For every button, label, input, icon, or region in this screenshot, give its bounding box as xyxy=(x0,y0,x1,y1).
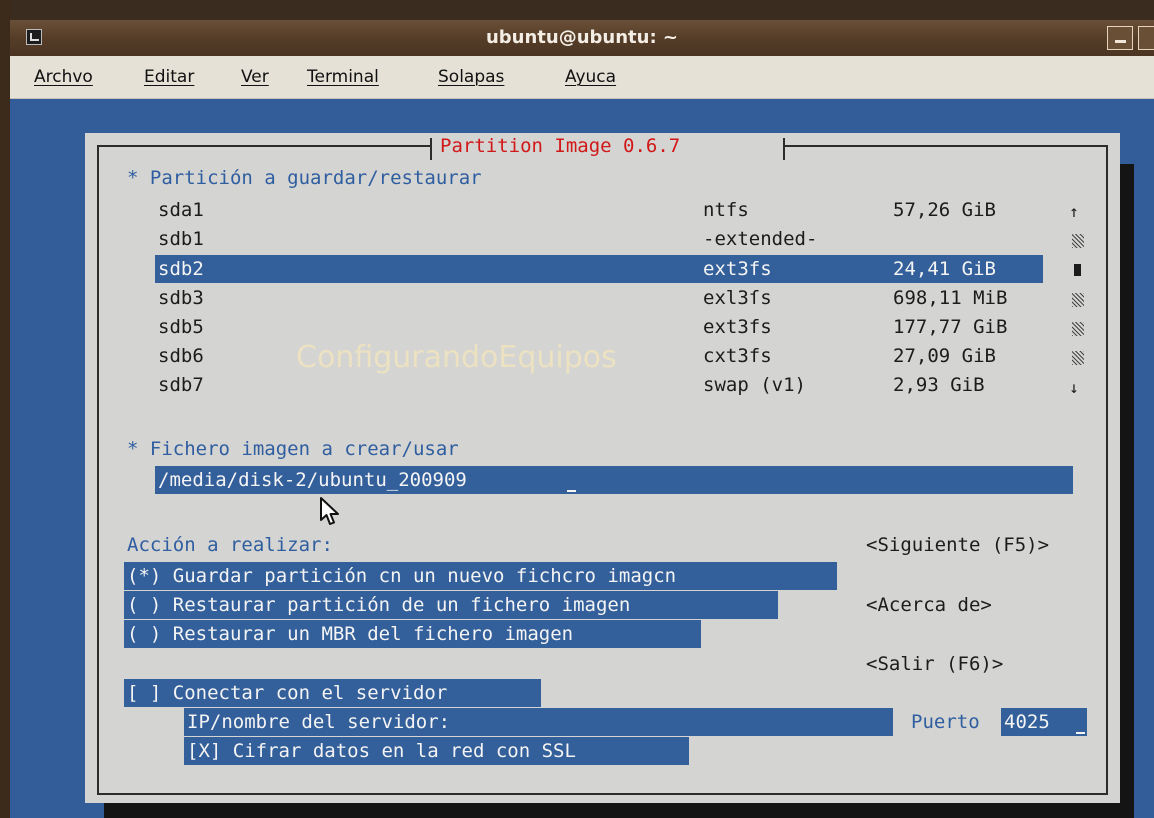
server-label: IP/nombre del servidor: xyxy=(187,711,451,733)
window-titlebar[interactable]: ubuntu@ubuntu: ~ xyxy=(10,20,1154,57)
scroll-down-icon[interactable]: ↓ xyxy=(1069,376,1079,400)
action-save[interactable]: (*) Guardar partición cn un nuevo fichcr… xyxy=(127,564,676,588)
partition-size: 2,93 GiB xyxy=(893,374,985,396)
scrollbar-thumb[interactable] xyxy=(1074,264,1081,276)
text-cursor xyxy=(567,490,576,492)
watermark: ConfigurandoEquipos xyxy=(296,340,617,375)
scrollbar-track[interactable] xyxy=(1072,351,1084,365)
partition-name[interactable]: sda1 xyxy=(158,198,204,222)
screen: ubuntu@ubuntu: ~ Archvo Editar Ver Termi… xyxy=(0,0,1154,818)
action-heading: Acción a realizar: xyxy=(127,534,333,556)
menu-bar: Archvo Editar Ver Terminal Solapas Ayuca xyxy=(10,56,1154,99)
partition-heading: * Partición a guardar/restaurar xyxy=(127,167,482,189)
action-restore-mbr[interactable]: ( ) Restaurar un MBR del fichero imagen xyxy=(127,622,573,646)
ssl-checkbox[interactable]: [X] Cifrar datos en la red con SSL xyxy=(187,739,576,763)
partition-name[interactable]: sdb7 xyxy=(158,373,204,397)
menu-ver[interactable]: Ver xyxy=(241,67,269,87)
partition-fs: ext3fs xyxy=(703,258,772,280)
partition-name[interactable]: sdb2 xyxy=(158,257,204,281)
partition-size: 57,26 GiB xyxy=(893,199,996,221)
partition-size: 24,41 GiB xyxy=(893,258,996,280)
menu-editar[interactable]: Editar xyxy=(144,67,194,87)
mouse-pointer-icon xyxy=(320,497,339,525)
scrollbar-track[interactable] xyxy=(1072,293,1084,307)
menu-terminal[interactable]: Terminal xyxy=(307,67,379,87)
scrollbar-track[interactable] xyxy=(1072,322,1084,336)
scrollbar-track[interactable] xyxy=(1072,234,1084,248)
partition-fs: ext3fs xyxy=(703,316,772,338)
action-restore[interactable]: ( ) Restaurar partición de un fichero im… xyxy=(127,593,630,617)
partition-name[interactable]: sdb5 xyxy=(158,315,204,339)
minimize-button[interactable] xyxy=(1107,26,1133,50)
connect-server-checkbox[interactable]: [ ] Conectar con el servidor xyxy=(127,681,447,705)
partition-fs: -extended- xyxy=(703,228,818,250)
partition-size: 698,11 MiB xyxy=(893,287,1008,309)
menu-ayuda[interactable]: Ayuca xyxy=(565,67,616,87)
partition-size: 27,09 GiB xyxy=(893,345,996,367)
text-cursor xyxy=(1076,732,1085,734)
desktop-edge xyxy=(0,0,10,818)
title-right-tick xyxy=(783,138,785,160)
window-title: ubuntu@ubuntu: ~ xyxy=(485,27,679,48)
partition-fs: ntfs xyxy=(703,199,749,221)
minimize-icon xyxy=(1115,40,1126,43)
partition-name[interactable]: sdb6 xyxy=(158,344,204,368)
port-value[interactable]: 4025 xyxy=(1004,710,1050,734)
maximize-button[interactable] xyxy=(1138,26,1154,50)
dialog-title: Partition Image 0.6.7 xyxy=(440,135,681,157)
partition-fs: cxt3fs xyxy=(703,345,772,367)
menu-archivo[interactable]: Archvo xyxy=(34,67,93,87)
partition-size: 177,77 GiB xyxy=(893,316,1008,338)
partition-fs: exl3ſs xyxy=(703,287,772,309)
title-left-tick xyxy=(430,138,432,160)
menu-solapas[interactable]: Solapas xyxy=(438,67,504,87)
about-button[interactable]: <Acerca de> xyxy=(866,593,992,617)
server-input[interactable] xyxy=(528,708,893,736)
port-label: Puerto xyxy=(911,711,980,733)
partition-fs: swap (v1) xyxy=(703,374,806,396)
image-heading: * Fichero imagen a crear/usar xyxy=(127,438,459,460)
partition-name[interactable]: sdb1 xyxy=(158,227,204,251)
image-path-value[interactable]: /media/disk-2/ubuntu_200909 xyxy=(158,468,467,492)
quit-button[interactable]: <Salir (F6)> xyxy=(866,652,1003,676)
scroll-up-icon[interactable]: ↑ xyxy=(1069,200,1079,224)
next-button[interactable]: <Siguiente (F5)> xyxy=(866,533,1049,557)
partition-name[interactable]: sdb3 xyxy=(158,286,204,310)
